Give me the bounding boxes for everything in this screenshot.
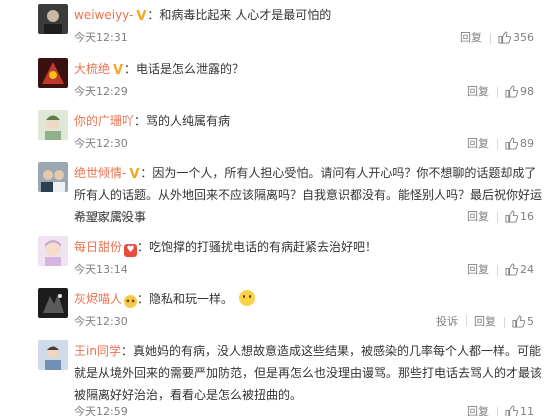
username-link[interactable]: 绝世倾情- xyxy=(74,166,126,180)
reply-button[interactable]: 回复 xyxy=(459,261,497,277)
comment-time: 今天12:30 xyxy=(74,137,128,150)
heart-badge-icon: ♥ xyxy=(124,244,138,257)
avatar[interactable] xyxy=(38,162,68,192)
comment-item: 灰烬喵人 ••：隐私和玩一样。 今天12:30 投诉 回复 5 xyxy=(0,288,550,332)
comment-text: 真她妈的有病，没人想故意造成这些结果，被感染的几率每个人都一样。可能就是从境外回… xyxy=(74,344,543,402)
like-button[interactable]: 11 xyxy=(497,405,542,416)
username-link[interactable]: 大梳绝 xyxy=(74,62,110,76)
comment-time: 今天12:31 xyxy=(74,31,128,44)
comment-text: 和病毒比起来 人心才是最可怕的 xyxy=(159,8,332,22)
like-button[interactable]: 89 xyxy=(497,137,542,150)
comment-time: 今天12:59 xyxy=(74,405,128,416)
comment-text: 吃饱撑的打骚扰电话的有病赶紧去治好吧！ xyxy=(149,240,378,254)
comment-actions: 回复 356 xyxy=(452,29,542,45)
username-link[interactable]: 灰烬喵人 xyxy=(74,292,122,306)
thumbs-up-icon xyxy=(505,404,518,416)
username-link[interactable]: 王in同学 xyxy=(74,344,121,358)
comment-actions: 回复 11 xyxy=(459,403,542,416)
like-button[interactable]: 16 xyxy=(497,210,542,223)
username-link[interactable]: 每日甜份 xyxy=(74,240,122,254)
comment-time: 今天12:29 xyxy=(74,85,128,98)
like-button[interactable]: 356 xyxy=(490,31,542,44)
avatar[interactable] xyxy=(38,110,68,140)
comment-time: 今天13:14 xyxy=(74,263,128,276)
comment-text: 隐私和玩一样。 xyxy=(149,292,234,306)
thumbs-up-icon xyxy=(498,30,511,44)
comment-item: 你的广珊吖：骂的人纯属有病 今天12:30 回复 89 xyxy=(0,110,550,154)
reply-button[interactable]: 回复 xyxy=(459,208,497,224)
comment-item: 王in同学：真她妈的有病，没人想故意造成这些结果，被感染的几率每个人都一样。可能… xyxy=(0,340,550,416)
comment-item: 每日甜份 ♥ ：吃饱撑的打骚扰电话的有病赶紧去治好吧！ 今天13:14 回复 24 xyxy=(0,236,550,280)
sticker-emoji-icon xyxy=(239,290,256,306)
thumbs-up-icon xyxy=(505,136,518,150)
thumbs-up-icon xyxy=(512,314,525,328)
avatar[interactable] xyxy=(38,340,68,370)
comment-body: 你的广珊吖：骂的人纯属有病 xyxy=(74,114,231,128)
comment-item: 大梳绝 V：电话是怎么泄露的？ 今天12:29 回复 98 xyxy=(0,58,550,102)
comment-body: 灰烬喵人 ••：隐私和玩一样。 xyxy=(74,288,542,310)
username-link[interactable]: weiweiyy- xyxy=(74,8,133,22)
reply-button[interactable]: 回复 xyxy=(459,135,497,151)
like-button[interactable]: 98 xyxy=(497,85,542,98)
like-count: 356 xyxy=(513,30,534,44)
verified-badge-icon: V xyxy=(112,63,124,78)
comment-text: 电话是怎么泄露的？ xyxy=(136,62,245,76)
like-button[interactable]: 24 xyxy=(497,263,542,276)
comment-body: 每日甜份 ♥ ：吃饱撑的打骚扰电话的有病赶紧去治好吧！ xyxy=(74,240,378,257)
comment-actions: 回复 89 xyxy=(459,135,542,151)
comment-body: weiweiyy- V：和病毒比起来 人心才是最可怕的 xyxy=(74,8,332,24)
like-button[interactable]: 5 xyxy=(504,315,542,328)
avatar[interactable] xyxy=(38,236,68,266)
avatar[interactable] xyxy=(38,288,68,318)
reply-button[interactable]: 回复 xyxy=(466,313,504,329)
comment-time: 今天12:30 xyxy=(74,315,128,328)
emoji-badge-icon: •• xyxy=(124,295,138,308)
comment-actions: 投诉 回复 5 xyxy=(428,313,542,329)
reply-button[interactable]: 回复 xyxy=(459,83,497,99)
comment-item: weiweiyy- V：和病毒比起来 人心才是最可怕的 今天12:31 回复 35… xyxy=(0,4,550,48)
comment-body: 大梳绝 V：电话是怎么泄露的？ xyxy=(74,62,245,78)
like-count: 11 xyxy=(520,404,534,416)
verified-badge-icon: V xyxy=(129,167,140,182)
comment-time: 今天12:29 xyxy=(74,210,128,223)
comment-actions: 回复 24 xyxy=(459,261,542,277)
comment-text: 骂的人纯属有病 xyxy=(146,114,231,128)
like-count: 98 xyxy=(520,84,534,98)
comment-actions: 回复 16 xyxy=(459,208,542,224)
like-count: 16 xyxy=(520,209,534,223)
avatar[interactable] xyxy=(38,4,68,34)
verified-badge-icon: V xyxy=(136,9,147,24)
username-link[interactable]: 你的广珊吖 xyxy=(74,114,134,128)
thumbs-up-icon xyxy=(505,262,518,276)
report-button[interactable]: 投诉 xyxy=(428,313,466,329)
avatar[interactable] xyxy=(38,58,68,88)
thumbs-up-icon xyxy=(505,84,518,98)
like-count: 5 xyxy=(527,314,534,328)
thumbs-up-icon xyxy=(505,209,518,223)
comment-item: 绝世倾情- V：因为一个人，所有人担心受怕。请问有人开心吗？你不想聊的话题却成了所… xyxy=(0,162,550,232)
like-count: 89 xyxy=(520,136,534,150)
reply-button[interactable]: 回复 xyxy=(459,403,497,416)
like-count: 24 xyxy=(520,262,534,276)
comment-body: 王in同学：真她妈的有病，没人想故意造成这些结果，被感染的几率每个人都一样。可能… xyxy=(74,344,543,402)
comment-actions: 回复 98 xyxy=(459,83,542,99)
reply-button[interactable]: 回复 xyxy=(452,29,490,45)
